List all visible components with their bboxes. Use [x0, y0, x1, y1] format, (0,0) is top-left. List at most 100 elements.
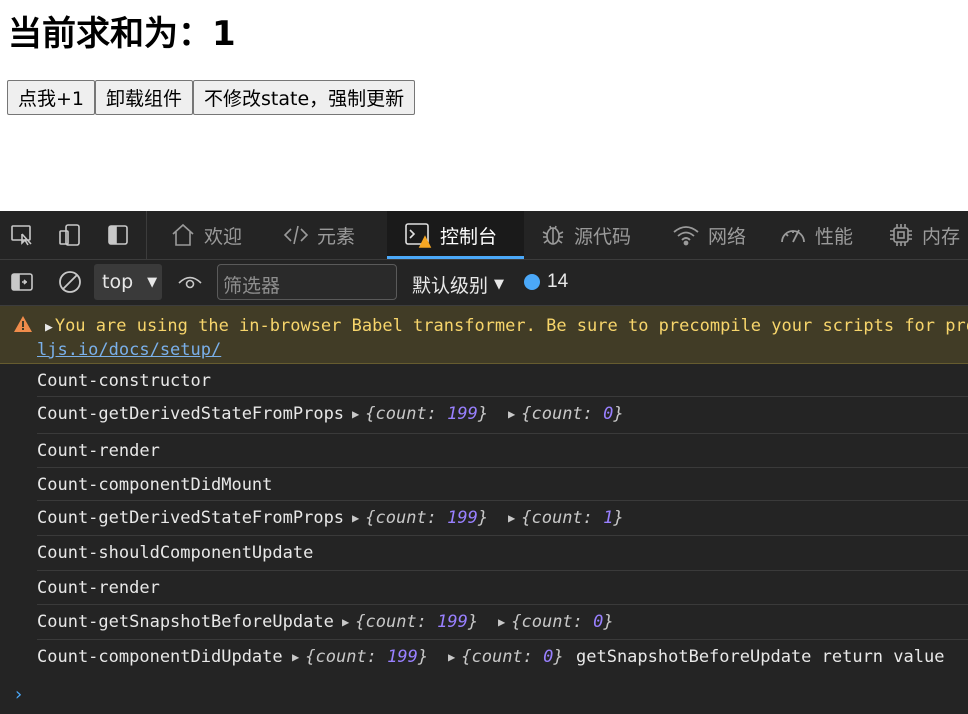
- logged-object[interactable]: ▶ {count: 0}: [508, 404, 624, 424]
- gauge-icon: [781, 229, 805, 243]
- tab-elements[interactable]: 元素: [283, 211, 355, 259]
- console-log-row: Count-getSnapshotBeforeUpdate ▶ {count: 19…: [37, 605, 968, 640]
- object-key: count: [471, 647, 523, 667]
- message-count[interactable]: 14: [524, 271, 568, 293]
- object-value: 199: [387, 647, 418, 667]
- tab-performance-label: 性能: [815, 225, 854, 248]
- devtools-tabbar: 欢迎 元素 控制台 源代码 网络 性能 内存: [0, 211, 968, 260]
- log-text: Count-getDerivedStateFromProps: [37, 404, 345, 424]
- tab-memory[interactable]: 内存: [888, 211, 960, 259]
- chip-icon: [890, 224, 912, 246]
- console-log-row: Count-getDerivedStateFromProps ▶ {count: 1…: [37, 397, 968, 434]
- expand-triangle-icon[interactable]: ▶: [508, 511, 515, 525]
- babel-setup-link[interactable]: ljs.io/docs/setup/: [37, 340, 221, 360]
- expand-triangle-icon[interactable]: ▶: [352, 407, 359, 421]
- console-log-row: Count-render: [37, 571, 968, 605]
- button-group: 点我+1 卸载组件 不修改state，强制更新: [7, 80, 416, 115]
- log-extra-text: getSnapshotBeforeUpdate return value: [576, 647, 945, 667]
- unmount-button[interactable]: 卸载组件: [95, 80, 194, 115]
- console-toolbar: top ▼ 筛选器 默认级别 ▼ 14: [0, 260, 968, 306]
- tab-network[interactable]: 网络: [672, 211, 746, 259]
- expand-triangle-icon[interactable]: ▶: [448, 650, 455, 664]
- object-key: count: [531, 404, 583, 424]
- caret-down-icon: ▼: [494, 277, 505, 292]
- logged-object[interactable]: ▶ {count: 199}: [342, 612, 478, 632]
- page-content: 当前求和为：1 点我+1 卸载组件 不修改state，强制更新: [0, 0, 968, 211]
- home-icon: [172, 223, 194, 246]
- log-text: Count-shouldComponentUpdate: [37, 543, 314, 563]
- device-emulation-icon[interactable]: [56, 221, 84, 249]
- log-text: Count-componentDidMount: [37, 475, 273, 495]
- tab-memory-label: 内存: [922, 225, 961, 248]
- context-selector[interactable]: top ▼: [94, 264, 162, 300]
- console-log-row: Count-constructor: [37, 364, 968, 397]
- caret-down-icon: ▼: [147, 274, 158, 290]
- expand-triangle-icon[interactable]: ▶: [45, 320, 53, 335]
- clear-console-icon[interactable]: [56, 268, 84, 296]
- live-expression-icon[interactable]: [176, 268, 204, 296]
- tab-welcome[interactable]: 欢迎: [170, 211, 242, 259]
- message-bubble-icon: [524, 274, 540, 290]
- object-value: 1: [603, 508, 614, 528]
- tab-console-label: 控制台: [440, 225, 498, 248]
- babel-warning-message: ▶ You are using the in-browser Babel tran…: [0, 306, 968, 364]
- expand-triangle-icon[interactable]: ▶: [342, 615, 349, 629]
- tab-performance[interactable]: 性能: [779, 211, 853, 259]
- object-value: 0: [603, 404, 614, 424]
- expand-triangle-icon[interactable]: ▶: [508, 407, 515, 421]
- warning-message: You are using the in-browser Babel trans…: [54, 316, 968, 336]
- console-sidebar-icon[interactable]: [8, 268, 36, 296]
- warning-icon: [14, 316, 32, 332]
- object-key: count: [315, 647, 367, 667]
- page-title: 当前求和为：1: [8, 14, 236, 54]
- log-text: Count-render: [37, 441, 160, 461]
- logged-object[interactable]: ▶ {count: 199}: [292, 647, 428, 667]
- inspect-element-icon[interactable]: [8, 221, 36, 249]
- log-text: Count-componentDidUpdate: [37, 647, 283, 667]
- object-value: 199: [437, 612, 468, 632]
- log-level-dropdown[interactable]: 默认级别 ▼: [412, 271, 504, 298]
- object-key: count: [375, 508, 427, 528]
- object-key: count: [365, 612, 417, 632]
- message-count-value: 14: [547, 271, 569, 292]
- console-log-row: Count-shouldComponentUpdate: [37, 536, 968, 571]
- tab-sources[interactable]: 源代码: [540, 211, 631, 259]
- console-output: ▶ You are using the in-browser Babel tran…: [0, 306, 968, 714]
- increment-button[interactable]: 点我+1: [7, 80, 96, 115]
- console-prompt-icon[interactable]: ›: [13, 684, 24, 705]
- console-log-row: Count-componentDidMount: [37, 468, 968, 501]
- log-text: Count-getDerivedStateFromProps: [37, 508, 345, 528]
- object-key: count: [531, 508, 583, 528]
- tab-welcome-label: 欢迎: [204, 225, 243, 248]
- dock-sidebar-icon[interactable]: [104, 221, 132, 249]
- object-value: 0: [543, 647, 554, 667]
- force-update-button[interactable]: 不修改state，强制更新: [193, 80, 416, 115]
- console-log-row: Count-render: [37, 434, 968, 468]
- logged-object[interactable]: ▶ {count: 0}: [448, 647, 564, 667]
- context-selector-value: top: [102, 271, 134, 293]
- logged-object[interactable]: ▶ {count: 0}: [498, 612, 614, 632]
- tab-sources-label: 源代码: [574, 225, 632, 248]
- expand-triangle-icon[interactable]: ▶: [292, 650, 299, 664]
- log-text: Count-constructor: [37, 371, 211, 391]
- object-value: 0: [593, 612, 604, 632]
- tab-elements-label: 元素: [317, 225, 356, 248]
- object-key: count: [375, 404, 427, 424]
- logged-object[interactable]: ▶ {count: 199}: [352, 404, 488, 424]
- tab-console[interactable]: 控制台: [387, 211, 524, 259]
- filter-input[interactable]: 筛选器: [217, 264, 397, 300]
- object-key: count: [521, 612, 573, 632]
- logged-object[interactable]: ▶ {count: 199}: [352, 508, 488, 528]
- expand-triangle-icon[interactable]: ▶: [352, 511, 359, 525]
- warning-text[interactable]: ▶ You are using the in-browser Babel tran…: [45, 316, 968, 336]
- log-level-label: 默认级别: [412, 275, 489, 297]
- console-icon: [405, 223, 432, 248]
- log-text: Count-render: [37, 578, 160, 598]
- toolbar-divider: [146, 211, 147, 259]
- bug-icon: [542, 225, 564, 245]
- console-log-row: Count-getDerivedStateFromProps ▶ {count: 1…: [37, 501, 968, 536]
- expand-triangle-icon[interactable]: ▶: [498, 615, 505, 629]
- object-value: 199: [447, 404, 478, 424]
- logged-object[interactable]: ▶ {count: 1}: [508, 508, 624, 528]
- tab-network-label: 网络: [708, 225, 747, 248]
